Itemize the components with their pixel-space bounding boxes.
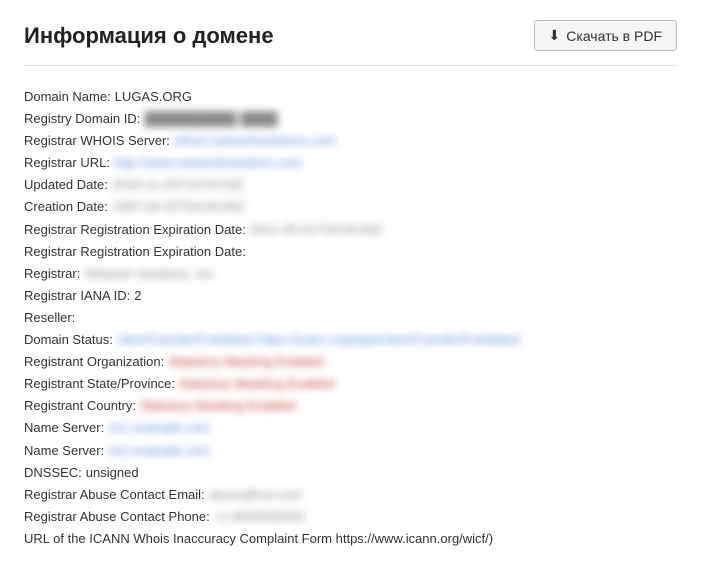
whois-value: ns1.example.com <box>108 417 210 439</box>
whois-row: DNSSEC: unsigned <box>24 462 677 484</box>
whois-label: Name Server: <box>24 417 104 439</box>
whois-row: Name Server: ns1.example.com <box>24 417 677 439</box>
whois-value: LUGAS.ORG <box>115 86 192 108</box>
whois-label: Creation Date: <box>24 196 108 218</box>
whois-row: Domain Status: clientTransferProhibited … <box>24 329 677 351</box>
whois-value: 2021-05-01T04:00:00Z <box>250 219 383 241</box>
page-title: Информация о домене <box>24 23 274 49</box>
whois-label: Registrar URL: <box>24 152 110 174</box>
whois-row: Registrant Organization: Statutory Maski… <box>24 351 677 373</box>
whois-value: clientTransferProhibited https://icann.o… <box>117 329 519 351</box>
whois-label: Domain Status: <box>24 329 113 351</box>
whois-value: 2 <box>134 285 141 307</box>
download-icon: ⬇ <box>549 27 561 44</box>
whois-label: Registrant Organization: <box>24 351 164 373</box>
whois-value: ██████████-████ <box>144 108 277 130</box>
whois-row: Name Server: ns2.example.com <box>24 440 677 462</box>
whois-label: Reseller: <box>24 307 75 329</box>
whois-row: Registrant Country: Statutory Masking En… <box>24 395 677 417</box>
whois-label: Registrar Registration Expiration Date: <box>24 241 246 263</box>
whois-row: Registrar Registration Expiration Date: <box>24 241 677 263</box>
whois-value: unsigned <box>86 462 139 484</box>
whois-label: Registrar: <box>24 263 80 285</box>
whois-value: Statutory Masking Enabled <box>168 351 323 373</box>
whois-row: Registry Domain ID: ██████████-████ <box>24 108 677 130</box>
whois-value: Statutory Masking Enabled <box>179 373 334 395</box>
whois-value: ns2.example.com <box>108 440 210 462</box>
whois-label: DNSSEC: <box>24 462 82 484</box>
whois-label: Registrant State/Province: <box>24 373 175 395</box>
whois-row: Registrar Abuse Contact Email: abuse@nsi… <box>24 484 677 506</box>
whois-row: Registrar Registration Expiration Date: … <box>24 219 677 241</box>
whois-value: abuse@nsi.com <box>209 484 302 506</box>
whois-label: Registrar Abuse Contact Phone: <box>24 506 210 528</box>
whois-value: http://www.networksolutions.com <box>114 152 303 174</box>
whois-row: Registrar WHOIS Server: whois.networksol… <box>24 130 677 152</box>
whois-row: Domain Name: LUGAS.ORG <box>24 86 677 108</box>
whois-value: +1.8003333333 <box>214 506 305 528</box>
whois-info: Domain Name: LUGAS.ORGRegistry Domain ID… <box>24 86 677 550</box>
whois-value: Statutory Masking Enabled <box>140 395 295 417</box>
whois-label: Name Server: <box>24 440 104 462</box>
whois-row: URL of the ICANN Whois Inaccuracy Compla… <box>24 528 677 550</box>
whois-value: 2018-11-20T13:54:03Z <box>112 174 244 196</box>
whois-row: Registrar Abuse Contact Phone: +1.800333… <box>24 506 677 528</box>
whois-label: Registrar Registration Expiration Date: <box>24 219 246 241</box>
whois-row: Updated Date: 2018-11-20T13:54:03Z <box>24 174 677 196</box>
download-btn-label: Скачать в PDF <box>566 28 662 44</box>
page-header: Информация о домене ⬇ Скачать в PDF <box>24 20 677 66</box>
whois-label: Domain Name: <box>24 86 111 108</box>
whois-label: Registrar WHOIS Server: <box>24 130 170 152</box>
whois-row: Registrar IANA ID: 2 <box>24 285 677 307</box>
whois-label: Registrar IANA ID: <box>24 285 130 307</box>
whois-value: 1997-04-22T04:00:00Z <box>112 196 245 218</box>
whois-row: Creation Date: 1997-04-22T04:00:00Z <box>24 196 677 218</box>
whois-label: URL of the ICANN Whois Inaccuracy Compla… <box>24 528 493 550</box>
whois-label: Registrant Country: <box>24 395 136 417</box>
whois-row: Registrar URL: http://www.networksolutio… <box>24 152 677 174</box>
whois-value: Network Solutions, Inc <box>84 263 213 285</box>
whois-row: Reseller: <box>24 307 677 329</box>
whois-value: whois.networksolutions.com <box>174 130 336 152</box>
whois-label: Registry Domain ID: <box>24 108 140 130</box>
whois-label: Updated Date: <box>24 174 108 196</box>
whois-row: Registrant State/Province: Statutory Mas… <box>24 373 677 395</box>
whois-row: Registrar: Network Solutions, Inc <box>24 263 677 285</box>
whois-label: Registrar Abuse Contact Email: <box>24 484 205 506</box>
download-pdf-button[interactable]: ⬇ Скачать в PDF <box>534 20 677 51</box>
